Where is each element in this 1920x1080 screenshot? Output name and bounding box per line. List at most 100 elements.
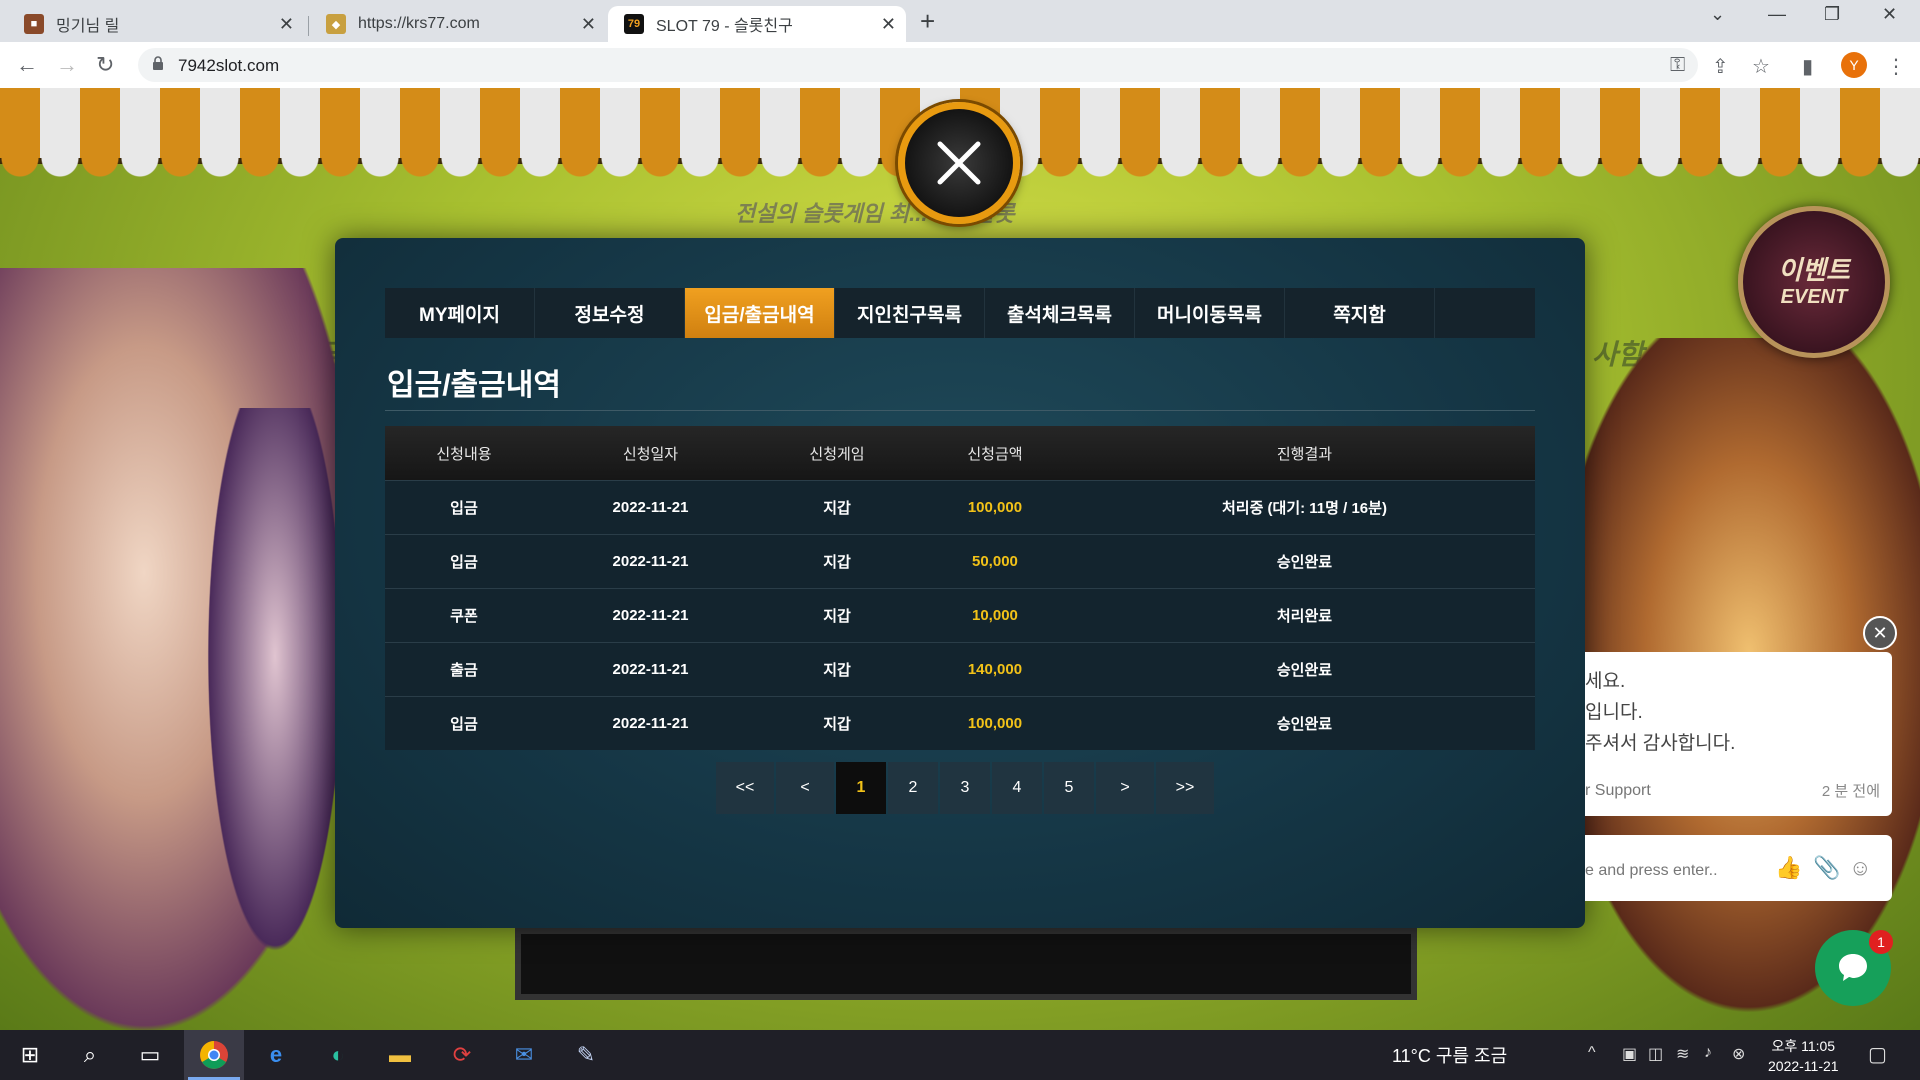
cell-type: 입금 (385, 480, 543, 535)
browser-tab-3[interactable]: 79 SLOT 79 - 슬롯친구 ✕ (608, 6, 906, 42)
volume-icon[interactable]: ♪ (1704, 1044, 1712, 1062)
internet-explorer-icon[interactable]: e (246, 1030, 306, 1080)
forward-icon[interactable]: → (56, 52, 78, 78)
edge-icon[interactable]: ◐ (308, 1030, 368, 1080)
side-panel-icon[interactable]: ▮ (1802, 54, 1813, 79)
menu-dots-icon[interactable]: ⋮ (1886, 54, 1906, 79)
chat-bubble-icon (1839, 954, 1867, 981)
notification-center-icon[interactable]: ▢ (1868, 1042, 1887, 1067)
tab-attendance-list[interactable]: 출석체크목록 (985, 288, 1135, 338)
emoji-icon[interactable]: ☺ (1849, 855, 1871, 881)
title-divider (385, 410, 1535, 411)
close-icon (937, 141, 981, 185)
first-page-button[interactable]: << (716, 762, 774, 814)
cell-game: 지갑 (758, 480, 916, 535)
tab-search-icon[interactable]: ⌄ (1710, 4, 1725, 25)
browser-tab-1[interactable]: ■ 밍기님 릴 ✕ (8, 6, 304, 42)
clock-time: 오후 11:05 (1771, 1038, 1836, 1054)
close-tab-icon[interactable]: ✕ (581, 14, 596, 35)
browser-tab-bar: ■ 밍기님 릴 ✕ ◆ https://krs77.com ✕ 79 SLOT … (0, 0, 1920, 42)
key-icon[interactable]: ⚿ (1670, 54, 1685, 77)
tab-title: SLOT 79 - 슬롯친구 (656, 18, 793, 35)
prev-page-button[interactable]: < (776, 762, 834, 814)
system-clock[interactable]: 오후 11:05 2022-11-21 (1768, 1036, 1839, 1076)
weather-widget[interactable]: 11°C 구름 조금 (1392, 1042, 1507, 1068)
task-view-icon[interactable]: ▭ (120, 1030, 180, 1080)
cell-status: 승인완료 (1073, 534, 1535, 589)
page-button-4[interactable]: 4 (992, 762, 1042, 814)
chat-message-card[interactable]: 세요. 입니다. 주셔서 감사합니다. r Support 2 분 전에 (1585, 652, 1892, 816)
search-icon[interactable]: ⌕ (60, 1030, 120, 1080)
browser-tab-2[interactable]: ◆ https://krs77.com ✕ (310, 6, 606, 42)
attach-icon[interactable]: 📎 (1813, 855, 1840, 881)
chat-close-icon[interactable]: ✕ (1863, 616, 1897, 650)
next-page-button[interactable]: > (1096, 762, 1154, 814)
tab-messages[interactable]: 쪽지함 (1285, 288, 1435, 338)
page-button-5[interactable]: 5 (1044, 762, 1094, 814)
column-header: 신청금액 (915, 426, 1074, 481)
chat-message-line: 입니다. (1585, 702, 1643, 723)
back-icon[interactable]: ← (16, 52, 38, 78)
last-page-button[interactable]: >> (1156, 762, 1214, 814)
lock-icon (153, 56, 163, 70)
cell-date: 2022-11-21 (542, 696, 759, 750)
tab-referral-list[interactable]: 지인친구목록 (835, 288, 985, 338)
cell-game: 지갑 (758, 588, 916, 643)
modal-tab-nav: MY페이지 정보수정 입금/출금내역 지인친구목록 출석체크목록 머니이동목록 … (385, 288, 1535, 338)
new-tab-icon[interactable]: + (920, 6, 935, 37)
tab-money-transfer-list[interactable]: 머니이동목록 (1135, 288, 1285, 338)
app-icon[interactable]: ⟳ (432, 1030, 492, 1080)
cell-amount: 50,000 (915, 534, 1074, 589)
event-badge-en: EVENT (1780, 286, 1848, 308)
table-row: 쿠폰 2022-11-21 지갑 10,000 처리완료 (385, 588, 1535, 643)
chat-input-box[interactable]: e and press enter.. 👍 📎 ☺ (1585, 835, 1892, 901)
close-tab-icon[interactable]: ✕ (279, 14, 294, 35)
thumbs-up-icon[interactable]: 👍 (1775, 855, 1802, 881)
slot-favicon-icon: ■ (24, 14, 44, 34)
paint-icon[interactable]: ✎ (556, 1030, 616, 1080)
minimize-icon[interactable]: — (1768, 4, 1786, 25)
mail-icon[interactable]: ✉ (494, 1030, 554, 1080)
file-explorer-icon[interactable]: ▬ (370, 1030, 430, 1080)
modal-close-button[interactable] (898, 102, 1020, 224)
url-field[interactable]: 7942slot.com (138, 48, 1698, 82)
pagination: << < 1 2 3 4 5 > >> (716, 762, 1214, 814)
tab-mypage[interactable]: MY페이지 (385, 288, 535, 338)
history-modal: MY페이지 정보수정 입금/출금내역 지인친구목록 출석체크목록 머니이동목록 … (335, 238, 1585, 928)
event-badge-button[interactable]: 이벤트 EVENT (1738, 206, 1890, 358)
tab-divider (308, 16, 309, 36)
table-row: 출금 2022-11-21 지갑 140,000 승인완료 (385, 642, 1535, 697)
reload-icon[interactable]: ↻ (96, 52, 114, 78)
page-button-3[interactable]: 3 (940, 762, 990, 814)
cell-type: 출금 (385, 642, 543, 697)
windows-taskbar: ⊞ ⌕ ▭ e ◐ ▬ ⟳ ✉ ✎ 11°C 구름 조금 ^ ▣ ◫ ≋ ♪ ⊗… (0, 1030, 1920, 1080)
chrome-logo (200, 1041, 228, 1069)
close-window-icon[interactable]: ✕ (1882, 4, 1897, 25)
close-tab-icon[interactable]: ✕ (881, 14, 896, 35)
tray-app-icon[interactable]: ▣ (1622, 1044, 1637, 1064)
bookmark-star-icon[interactable]: ☆ (1752, 54, 1770, 79)
tray-display-icon[interactable]: ◫ (1648, 1044, 1663, 1064)
history-table: 신청내용 신청일자 신청게임 신청금액 진행결과 입금 2022-11-21 지… (385, 426, 1535, 750)
chat-launcher-button[interactable]: 1 (1815, 930, 1893, 1006)
start-windows-icon[interactable]: ⊞ (0, 1030, 60, 1080)
maximize-icon[interactable]: ❐ (1824, 4, 1840, 25)
page-button-2[interactable]: 2 (888, 762, 938, 814)
wifi-icon[interactable]: ≋ (1676, 1044, 1689, 1064)
table-row: 입금 2022-11-21 지갑 50,000 승인완료 (385, 534, 1535, 589)
cell-date: 2022-11-21 (542, 588, 759, 643)
tab-edit-info[interactable]: 정보수정 (535, 288, 685, 338)
chrome-icon[interactable] (184, 1030, 244, 1080)
cell-amount: 10,000 (915, 588, 1074, 643)
notification-mute-icon[interactable]: ⊗ (1732, 1044, 1745, 1064)
column-header: 신청일자 (542, 426, 759, 481)
cell-date: 2022-11-21 (542, 534, 759, 589)
marquee-board (515, 928, 1417, 1000)
tab-title: https://krs77.com (358, 15, 480, 32)
share-icon[interactable]: ⇪ (1712, 54, 1729, 79)
cell-game: 지갑 (758, 696, 916, 750)
tab-deposit-withdraw[interactable]: 입금/출금내역 (685, 288, 835, 338)
tray-expand-icon[interactable]: ^ (1588, 1044, 1596, 1062)
profile-avatar[interactable]: Y (1841, 52, 1867, 78)
page-button-1[interactable]: 1 (836, 762, 886, 814)
